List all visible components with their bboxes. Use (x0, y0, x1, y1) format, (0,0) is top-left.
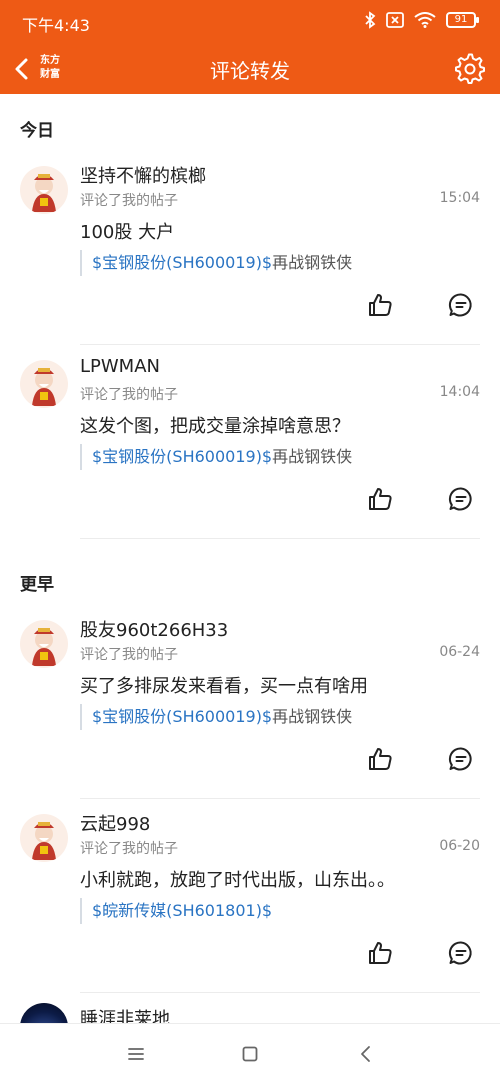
status-time: 下午4:43 (22, 16, 90, 35)
settings-button[interactable] (454, 53, 486, 85)
thumbs-up-icon (369, 942, 392, 964)
comment-text[interactable]: 小利就跑，放跑了时代出版，山东出。。 (80, 866, 395, 892)
action-text: 评论了我的帖子 (80, 387, 178, 403)
list-item[interactable]: 云起998 评论了我的帖子 06-20 小利就跑，放跑了时代出版，山东出。。 $… (0, 800, 500, 993)
like-button[interactable] (367, 746, 393, 772)
post-title: 再战钢铁侠 (272, 253, 353, 272)
sim-off-icon (386, 12, 404, 28)
back-nav-button[interactable] (354, 1042, 378, 1066)
user-name[interactable]: 云起998 (80, 810, 150, 836)
quoted-post[interactable]: $宝钢股份(SH600019)$再战钢铁侠 (80, 444, 352, 470)
stock-link[interactable]: $皖新传媒(SH601801)$ (92, 901, 272, 920)
reply-button[interactable] (448, 746, 474, 772)
avatar[interactable] (20, 1003, 68, 1023)
notification-list[interactable]: 今日 坚持不懈的槟榔 评论了我的帖子 15:04 100股 大户 $宝钢股份(S… (0, 94, 500, 1023)
timestamp: 14:04 (439, 384, 480, 400)
menu-icon (128, 1048, 144, 1060)
avatar[interactable] (20, 360, 68, 408)
section-title-earlier: 更早 (20, 575, 54, 595)
home-button[interactable] (238, 1042, 262, 1066)
post-title: 再战钢铁侠 (272, 707, 353, 726)
post-title: 再战钢铁侠 (272, 447, 353, 466)
comment-text[interactable]: 买了多排尿发来看看，买一点有啥用 (80, 672, 368, 698)
divider (80, 344, 480, 345)
reply-button[interactable] (448, 486, 474, 512)
reply-button[interactable] (448, 292, 474, 318)
section-title-today: 今日 (20, 121, 54, 141)
thumbs-up-icon (369, 294, 392, 316)
list-item[interactable]: 股友960t266H33 评论了我的帖子 06-24 买了多排尿发来看看，买一点… (0, 606, 500, 799)
stock-link[interactable]: $宝钢股份(SH600019)$ (92, 253, 272, 272)
action-text: 评论了我的帖子 (80, 193, 178, 209)
comment-icon (448, 747, 472, 771)
list-item[interactable]: 睡涯非莱地 (0, 997, 500, 1023)
action-text: 评论了我的帖子 (80, 647, 178, 663)
user-name[interactable]: 睡涯非莱地 (80, 1005, 170, 1023)
stock-link[interactable]: $宝钢股份(SH600019)$ (92, 447, 272, 466)
user-name[interactable]: 股友960t266H33 (80, 616, 228, 642)
wifi-icon (414, 12, 436, 28)
battery-icon: 91 (446, 12, 479, 28)
square-icon (242, 1046, 258, 1062)
user-name[interactable]: 坚持不懈的槟榔 (80, 162, 206, 188)
like-button[interactable] (367, 486, 393, 512)
quoted-post[interactable]: $宝钢股份(SH600019)$再战钢铁侠 (80, 250, 352, 276)
comment-text[interactable]: 这发个图，把成交量涂掉啥意思？ (80, 412, 350, 438)
user-name[interactable]: LPWMAN (80, 356, 160, 377)
bluetooth-icon (364, 11, 376, 29)
divider (80, 538, 480, 539)
list-item[interactable]: 坚持不懈的槟榔 评论了我的帖子 15:04 100股 大户 $宝钢股份(SH60… (0, 152, 500, 345)
header: 东方财富 评论转发 (0, 44, 500, 94)
avatar[interactable] (20, 814, 68, 862)
avatar[interactable] (20, 166, 68, 214)
chevron-left-icon (361, 1046, 370, 1062)
timestamp: 06-20 (439, 838, 480, 854)
menu-button[interactable] (124, 1042, 148, 1066)
system-nav-bar (0, 1023, 500, 1083)
timestamp: 06-24 (439, 644, 480, 660)
gear-icon (455, 53, 485, 84)
comment-text[interactable]: 100股 大户 (80, 218, 174, 244)
divider (80, 992, 480, 993)
like-button[interactable] (367, 940, 393, 966)
quoted-post[interactable]: $宝钢股份(SH600019)$再战钢铁侠 (80, 704, 352, 730)
status-bar: 下午4:43 91 (0, 0, 500, 44)
comment-icon (448, 941, 472, 965)
stock-link[interactable]: $宝钢股份(SH600019)$ (92, 707, 272, 726)
comment-icon (448, 487, 472, 511)
comment-icon (448, 293, 472, 317)
avatar[interactable] (20, 620, 68, 668)
thumbs-up-icon (369, 488, 392, 510)
action-text: 评论了我的帖子 (80, 841, 178, 857)
timestamp: 15:04 (439, 190, 480, 206)
list-item[interactable]: LPWMAN 评论了我的帖子 14:04 这发个图，把成交量涂掉啥意思？ $宝钢… (0, 346, 500, 539)
like-button[interactable] (367, 292, 393, 318)
reply-button[interactable] (448, 940, 474, 966)
thumbs-up-icon (369, 748, 392, 770)
page-title: 评论转发 (210, 59, 290, 83)
quoted-post[interactable]: $皖新传媒(SH601801)$ (80, 898, 272, 924)
divider (80, 798, 480, 799)
status-icons: 91 (364, 11, 479, 29)
